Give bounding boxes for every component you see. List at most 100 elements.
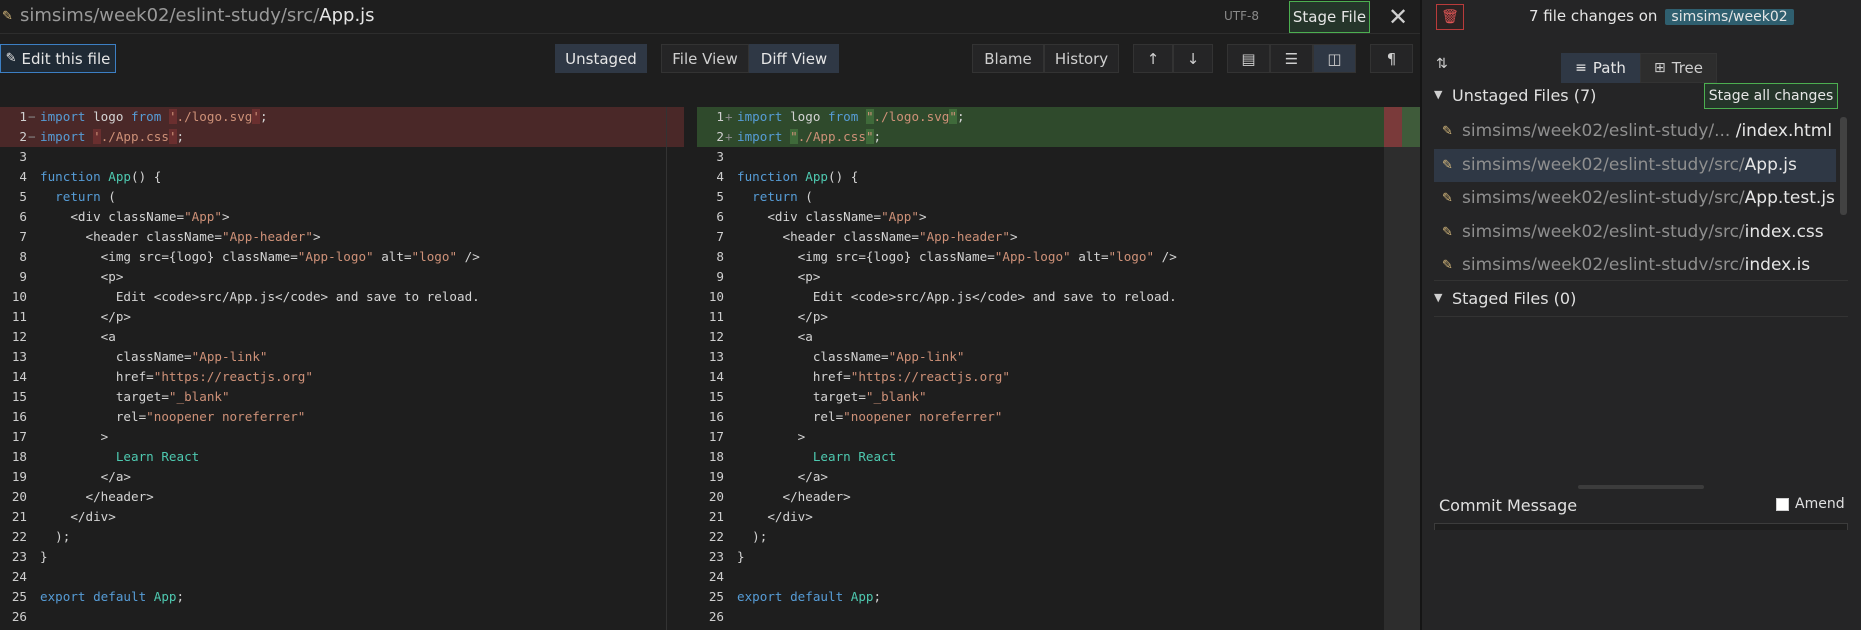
file-list-scrollbar[interactable] — [1840, 117, 1847, 215]
path-view-button[interactable]: ≡ Path — [1561, 53, 1640, 83]
code-line[interactable]: 4 function App() { — [0, 167, 684, 187]
code-line[interactable]: 21 </div> — [697, 507, 1384, 527]
arrow-down-icon[interactable]: ↓ — [1173, 44, 1213, 73]
code-line[interactable]: 25 export default App; — [697, 587, 1384, 607]
sort-az-icon[interactable]: ⇅ — [1436, 56, 1458, 80]
line-number: 4 — [716, 169, 724, 184]
split-view-icon[interactable]: ◫ — [1313, 44, 1356, 73]
code-line[interactable]: 19 </a> — [697, 467, 1384, 487]
code-line[interactable]: 10 Edit <code>src/App.js</code> and save… — [697, 287, 1384, 307]
code-line[interactable]: 2 + import "./App.css"; — [697, 127, 1384, 147]
code-line[interactable]: 18 Learn React — [0, 447, 684, 467]
code-line[interactable]: 20 </header> — [0, 487, 684, 507]
code-line[interactable]: 17 > — [697, 427, 1384, 447]
code-line[interactable]: 22 ); — [697, 527, 1384, 547]
staged-files-label: Staged Files (0) — [1452, 289, 1577, 308]
tree-view-button[interactable]: ⊞ Tree — [1640, 53, 1717, 83]
stage-all-button[interactable]: Stage all changes — [1704, 83, 1838, 109]
diff-minimap[interactable] — [1384, 107, 1420, 630]
code-line[interactable]: 14 href="https://reactjs.org" — [697, 367, 1384, 387]
code-line[interactable]: 6 <div className="App"> — [0, 207, 684, 227]
code-line[interactable]: 15 target="_blank" — [0, 387, 684, 407]
code-line[interactable]: 26 — [697, 607, 1384, 627]
code-text: Edit <code>src/App.js</code> and save to… — [737, 289, 1177, 304]
whitespace-icon[interactable]: ¶ — [1370, 44, 1413, 73]
code-line[interactable]: 11 </p> — [697, 307, 1384, 327]
code-line[interactable]: 16 rel="noopener noreferrer" — [697, 407, 1384, 427]
pane-divider[interactable] — [666, 107, 667, 630]
file-path: simsims/week02/eslint-study/src/index.js — [1462, 249, 1810, 270]
code-line[interactable]: 8 <img src={logo} className="App-logo" a… — [0, 247, 684, 267]
deletion-marker: − — [28, 129, 36, 144]
code-line[interactable]: 25 export default App; — [0, 587, 684, 607]
line-number: 12 — [708, 329, 724, 344]
code-line[interactable]: 16 rel="noopener noreferrer" — [0, 407, 684, 427]
file-dir: simsims/week02/eslint-study/src/ — [1462, 188, 1745, 208]
blame-button[interactable]: Blame — [972, 44, 1044, 73]
diff-right-pane[interactable]: 1 + import logo from "./logo.svg"; 2 + import… — [697, 107, 1384, 630]
file-path: simsims/week02/eslint-study/src/App.test… — [1462, 182, 1835, 215]
arrow-up-icon[interactable]: ↑ — [1133, 44, 1173, 73]
trash-icon[interactable]: 🗑 — [1436, 4, 1464, 30]
code-line[interactable]: 22 ); — [0, 527, 684, 547]
list-view-icon[interactable]: ☰ — [1270, 44, 1313, 73]
code-line[interactable]: 11 </p> — [0, 307, 684, 327]
diff-view-tab[interactable]: Diff View — [749, 44, 839, 73]
code-line[interactable]: 12 <a — [697, 327, 1384, 347]
code-line[interactable]: 1− import logo from './logo.svg'; — [0, 107, 684, 127]
code-text: className="App-link" — [737, 349, 965, 364]
edit-file-button[interactable]: ✎ Edit this file — [0, 44, 116, 73]
code-line[interactable]: 15 target="_blank" — [697, 387, 1384, 407]
stage-file-button[interactable]: Stage File — [1289, 1, 1370, 33]
encoding-label[interactable]: UTF-8 — [1224, 9, 1259, 23]
staged-files-header[interactable]: ▼ Staged Files (0) — [1422, 285, 1847, 315]
code-line[interactable]: 3 — [0, 147, 684, 167]
file-list-item[interactable]: ✎ simsims/week02/eslint-study/src/App.tes… — [1434, 182, 1836, 216]
code-line[interactable]: 4 function App() { — [697, 167, 1384, 187]
code-line[interactable]: 18 Learn React — [697, 447, 1384, 467]
code-line[interactable]: 26 — [0, 607, 684, 627]
history-button[interactable]: History — [1044, 44, 1119, 73]
line-number: 14 — [11, 369, 27, 384]
code-line[interactable]: 13 className="App-link" — [0, 347, 684, 367]
amend-checkbox[interactable]: Amend — [1776, 496, 1845, 512]
close-icon[interactable]: ✕ — [1383, 2, 1413, 32]
code-line[interactable]: 19 </a> — [0, 467, 684, 487]
code-line[interactable]: 9 <p> — [697, 267, 1384, 287]
code-line[interactable]: 23} — [0, 547, 684, 567]
code-line[interactable]: 5 return ( — [697, 187, 1384, 207]
file-list-item[interactable]: ✎ simsims/week02/eslint-study/... /index.… — [1434, 115, 1836, 149]
code-line[interactable]: 23} — [697, 547, 1384, 567]
code-line[interactable]: 24 — [697, 567, 1384, 587]
code-line[interactable]: 21 </div> — [0, 507, 684, 527]
code-line[interactable]: 12 <a — [0, 327, 684, 347]
inline-view-icon[interactable]: ▤ — [1227, 44, 1270, 73]
code-line[interactable]: 8 <img src={logo} className="App-logo" a… — [697, 247, 1384, 267]
file-list-item[interactable]: ✎ simsims/week02/eslint-study/src/index.j… — [1434, 249, 1836, 270]
unstaged-files-label: Unstaged Files (7) — [1452, 86, 1597, 105]
code-line[interactable]: 9 <p> — [0, 267, 684, 287]
code-line[interactable]: 14 href="https://reactjs.org" — [0, 367, 684, 387]
file-list-item[interactable]: ✎ simsims/week02/eslint-study/src/index.c… — [1434, 216, 1836, 250]
unstaged-toggle[interactable]: Unstaged — [555, 44, 647, 73]
code-line[interactable]: 6 <div className="App"> — [697, 207, 1384, 227]
commit-resize-handle[interactable] — [1578, 485, 1704, 489]
code-line[interactable]: 7 <header className="App-header"> — [697, 227, 1384, 247]
line-number: 25 — [11, 589, 27, 604]
code-line[interactable]: 2− import './App.css'; — [0, 127, 684, 147]
code-line[interactable]: 10 Edit <code>src/App.js</code> and save… — [0, 287, 684, 307]
code-line[interactable]: 20 </header> — [697, 487, 1384, 507]
code-line[interactable]: 7 <header className="App-header"> — [0, 227, 684, 247]
file-view-tab[interactable]: File View — [661, 44, 749, 73]
code-line[interactable]: 1 + import logo from "./logo.svg"; — [697, 107, 1384, 127]
amend-checkbox-box[interactable] — [1776, 497, 1789, 511]
code-line[interactable]: 5 return ( — [0, 187, 684, 207]
file-list-item[interactable]: ✎ simsims/week02/eslint-study/src/App.js — [1434, 148, 1836, 182]
code-line[interactable]: 24 — [0, 567, 684, 587]
code-line[interactable]: 3 — [697, 147, 1384, 167]
commit-message-input[interactable] — [1434, 523, 1848, 530]
code-line[interactable]: 13 className="App-link" — [697, 347, 1384, 367]
unstaged-file-list[interactable]: ✎ simsims/week02/eslint-study/... /index.… — [1434, 115, 1836, 270]
diff-left-pane[interactable]: 1− import logo from './logo.svg'; 2− import… — [0, 107, 684, 630]
code-line[interactable]: 17 > — [0, 427, 684, 447]
